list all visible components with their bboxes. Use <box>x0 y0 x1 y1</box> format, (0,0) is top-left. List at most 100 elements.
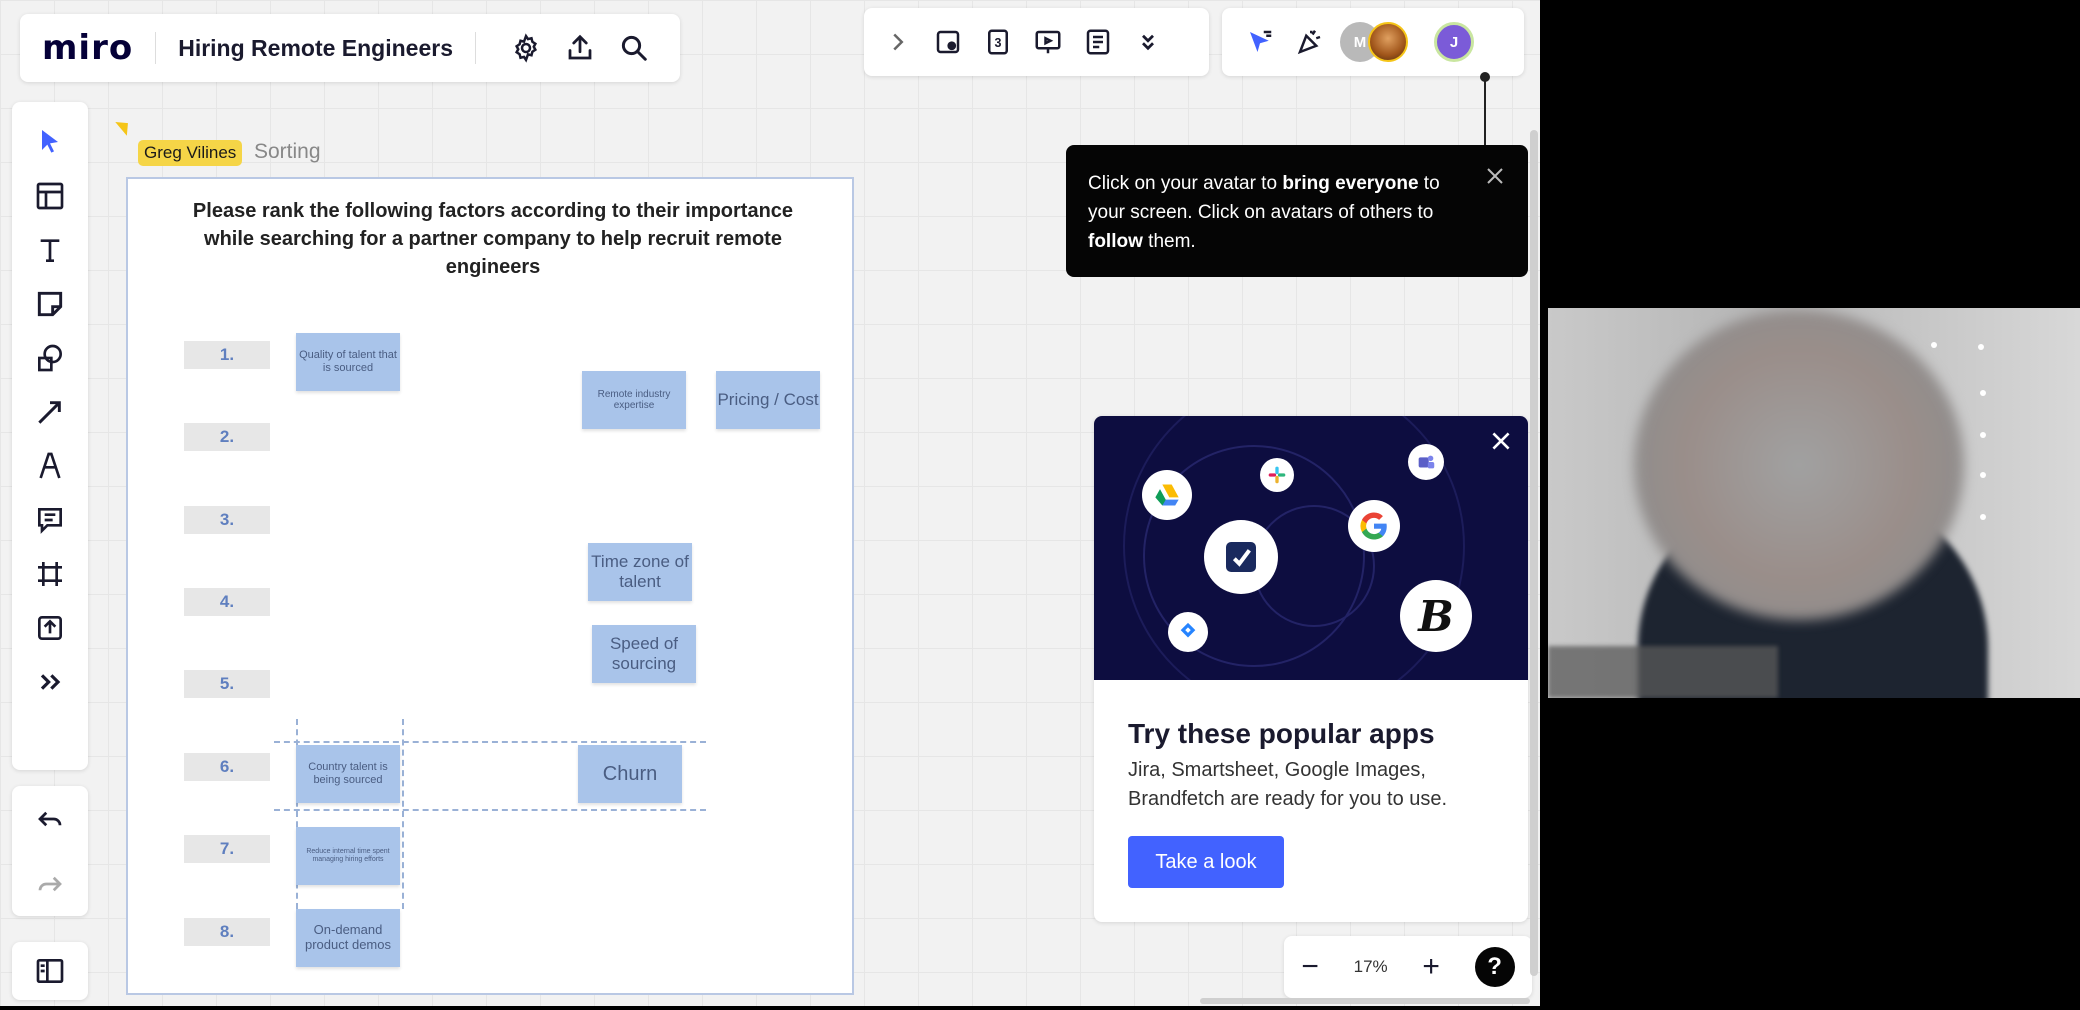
rank-label[interactable]: 5. <box>184 670 270 698</box>
brandfetch-letter: B <box>1418 591 1454 641</box>
screen: miro Hiring Remote Engineers 3 M J Greg … <box>0 0 2080 1010</box>
background-light <box>1980 472 1986 478</box>
frame-question[interactable]: Please rank the following factors accord… <box>178 197 808 281</box>
collaborator-cursor-icon <box>115 116 134 136</box>
history-toolbar <box>12 786 88 916</box>
text-icon[interactable] <box>30 230 70 270</box>
sticky-note[interactable]: Time zone of talent <box>588 543 692 601</box>
select-icon[interactable] <box>30 122 70 162</box>
rank-label[interactable]: 3. <box>184 506 270 534</box>
chevron-right-icon[interactable] <box>878 22 918 62</box>
sticky-note[interactable]: Pricing / Cost <box>716 371 820 429</box>
selection-guide <box>274 741 706 743</box>
follow-tooltip: Click on your avatar to bring everyone t… <box>1066 145 1528 277</box>
blurred-face <box>1634 310 1964 620</box>
rank-label[interactable]: 6. <box>184 753 270 781</box>
orbit-decoration <box>1123 416 1465 680</box>
collaboration-toolbar: 3 <box>864 8 1209 76</box>
collaborator-cursor-label: Greg Vilines <box>138 140 243 166</box>
upload-icon[interactable] <box>30 608 70 648</box>
apps-card-title: Try these popular apps <box>1128 718 1435 749</box>
sticky-note[interactable]: Country talent is being sourced <box>296 745 400 803</box>
selection-guide <box>274 809 706 811</box>
jira-icon <box>1168 612 1208 652</box>
redo-icon[interactable] <box>30 864 70 904</box>
avatar-photo[interactable] <box>1368 22 1408 62</box>
rank-label[interactable]: 8. <box>184 918 270 946</box>
settings-icon[interactable] <box>506 28 546 68</box>
rank-label[interactable]: 4. <box>184 588 270 616</box>
celebrate-icon[interactable] <box>1290 22 1330 62</box>
horizontal-scrollbar[interactable] <box>1200 998 1530 1004</box>
background-light <box>1978 344 1984 350</box>
webcam-video <box>1548 308 2080 698</box>
zoom-in-button[interactable]: + <box>1422 950 1440 984</box>
close-icon[interactable] <box>1484 424 1518 458</box>
presence-toolbar: M J <box>1222 8 1524 76</box>
count-label: 3 <box>995 36 1002 50</box>
search-icon[interactable] <box>614 28 654 68</box>
background-light <box>1980 514 1986 520</box>
board-title[interactable]: Hiring Remote Engineers <box>178 35 453 62</box>
export-icon[interactable] <box>560 28 600 68</box>
sticky-note[interactable]: On-demand product demos <box>296 909 400 967</box>
double-chevron-down-icon[interactable] <box>1128 22 1168 62</box>
sticky-note-icon[interactable] <box>30 284 70 324</box>
frame-icon[interactable] <box>30 554 70 594</box>
tooltip-pointer <box>1484 76 1486 146</box>
vertical-scrollbar[interactable] <box>1530 130 1538 976</box>
google-drive-icon <box>1142 470 1192 520</box>
side-panel-icon[interactable] <box>12 942 88 1000</box>
sticky-note[interactable]: Quality of talent that is sourced <box>296 333 400 391</box>
rank-label[interactable]: 7. <box>184 835 270 863</box>
divider <box>475 32 476 64</box>
close-icon[interactable] <box>1480 161 1510 191</box>
google-icon <box>1348 500 1400 552</box>
templates-icon[interactable] <box>30 176 70 216</box>
zoom-controls: − 17% + ? <box>1284 936 1532 998</box>
apps-card-description: Jira, Smartsheet, Google Images, Brandfe… <box>1128 759 1448 810</box>
avatar-j[interactable]: J <box>1434 22 1474 62</box>
cursor-filter-icon[interactable] <box>1240 22 1280 62</box>
background-light <box>1980 432 1986 438</box>
zoom-out-button[interactable]: − <box>1301 950 1319 984</box>
more-icon[interactable] <box>30 662 70 702</box>
rank-label[interactable]: 1. <box>184 341 270 369</box>
background-light <box>1931 342 1937 348</box>
presentation-icon[interactable] <box>1028 22 1068 62</box>
shapes-icon[interactable] <box>30 338 70 378</box>
brandfetch-icon: B <box>1400 580 1472 652</box>
tooltip-text: Click on your avatar to <box>1088 173 1283 194</box>
selection-guide <box>402 719 404 909</box>
sticky-note[interactable]: Reduce internal time spent managing hiri… <box>296 827 400 885</box>
rank-label[interactable]: 2. <box>184 423 270 451</box>
teams-icon <box>1408 444 1444 480</box>
tooltip-bold: bring everyone <box>1282 173 1419 194</box>
divider <box>155 32 157 64</box>
take-a-look-button[interactable]: Take a look <box>1128 836 1284 888</box>
count-icon[interactable]: 3 <box>978 22 1018 62</box>
sticky-note[interactable]: Remote industry expertise <box>582 371 686 429</box>
slack-icon <box>1260 458 1294 492</box>
frame-title[interactable]: Sorting <box>254 140 321 164</box>
apps-hero-image: B <box>1094 416 1528 680</box>
connector-icon[interactable] <box>30 392 70 432</box>
sticky-note[interactable]: Churn <box>578 745 682 803</box>
tooltip-text: them. <box>1142 231 1196 252</box>
miro-logo[interactable]: miro <box>42 28 133 68</box>
undo-icon[interactable] <box>30 799 70 839</box>
sorting-frame[interactable]: Please rank the following factors accord… <box>126 177 854 995</box>
blurred-nameplate <box>1548 646 1778 698</box>
miro-board-canvas[interactable]: miro Hiring Remote Engineers 3 M J Greg … <box>0 0 1540 1006</box>
background-light <box>1980 390 1986 396</box>
help-button[interactable]: ? <box>1474 947 1515 987</box>
pen-icon[interactable] <box>30 446 70 486</box>
notes-icon[interactable] <box>1078 22 1118 62</box>
board-header: miro Hiring Remote Engineers <box>20 14 680 82</box>
comment-icon[interactable] <box>30 500 70 540</box>
sticky-add-icon[interactable] <box>928 22 968 62</box>
apps-promo-card: B Try these popular apps Jira, Smartshee… <box>1094 416 1528 922</box>
sticky-note[interactable]: Speed of sourcing <box>592 625 696 683</box>
tooltip-bold: follow <box>1088 231 1143 252</box>
zoom-level[interactable]: 17% <box>1354 957 1388 977</box>
